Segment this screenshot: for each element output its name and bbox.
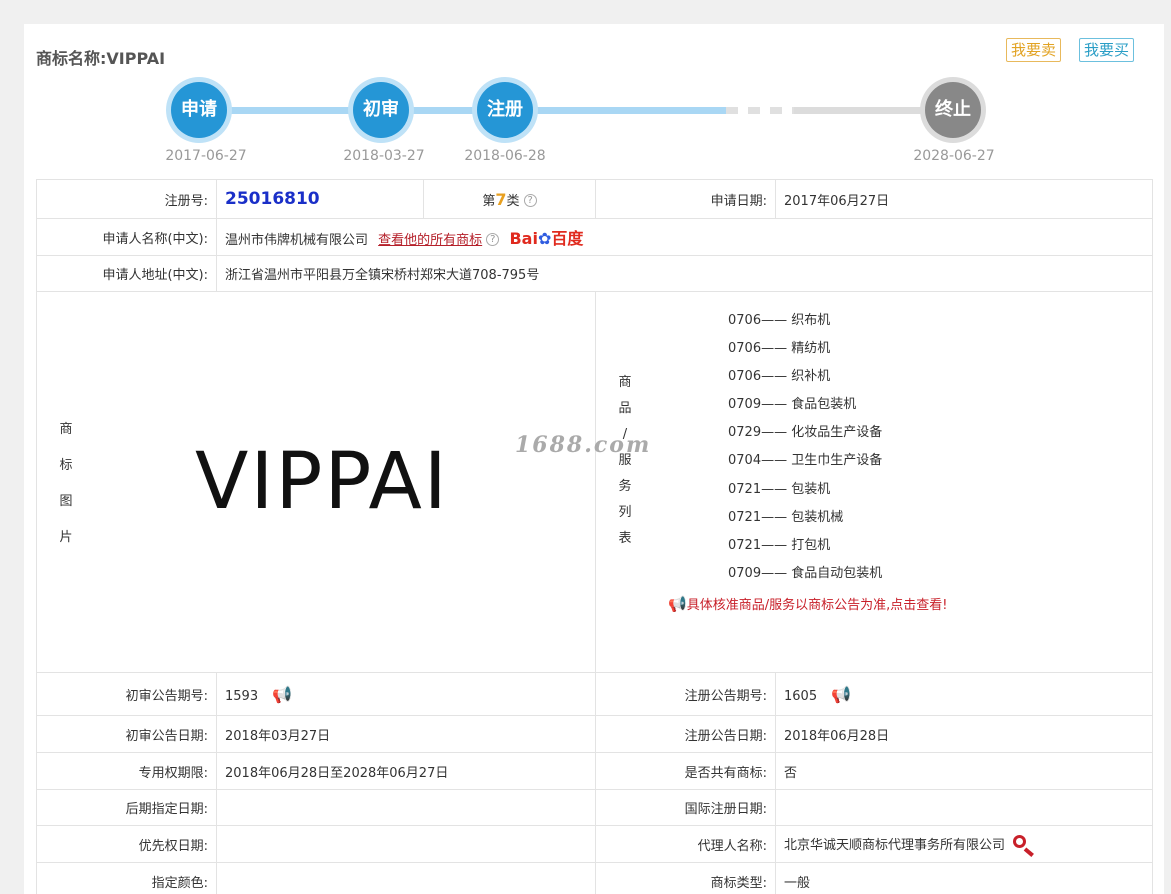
goods-item: 0709—— 食品自动包装机 [728,565,883,581]
buy-button[interactable]: 我要买 [1079,38,1135,62]
table-row: 初审公告期号: 1593 📢 注册公告期号: 1605 📢 [36,672,1153,716]
prelim-date-label: 初审公告日期: [36,715,217,753]
timeline-track-gap [726,107,794,114]
goods-section-label: 商 品 / 服 务 列 表 [618,375,632,546]
goods-item: 0709—— 食品包装机 [728,397,857,413]
later-date-value [216,789,596,826]
goods-list: 0706—— 织布机 0706—— 精纺机 0706—— 织补机 0709—— … [728,307,882,588]
exclusive-label: 专用权期限: [36,752,217,790]
applicant-value: 温州市伟牌机械有限公司 [225,233,369,248]
goods-item: 0706—— 织布机 [728,313,831,328]
search-icon[interactable] [1013,834,1035,857]
goods-item: 0721—— 包装机 [728,481,831,497]
timeline-track-active [200,107,726,114]
megaphone-icon: 📢 [668,595,687,613]
goods-notice-link[interactable]: 📢具体核准商品/服务以商标公告为准,点击查看! [668,594,947,613]
timeline-step-register: 注册 [472,77,538,143]
timeline-date-register: 2018-06-28 [464,148,546,164]
color-value [216,862,596,894]
table-row: 指定颜色: 商标类型: 一般 [36,862,1153,894]
address-label: 申请人地址(中文): [36,255,217,292]
goods-item: 0706—— 织补机 [728,369,831,385]
trademark-panel: 商标名称:VIPPAI 我要卖 我要买 申请 初审 注册 终止 2017-06-… [24,24,1164,894]
timeline-step-apply: 申请 [166,77,232,143]
trademark-info-table: 注册号: 25016810 第7类 ? 申请日期: 2017年06月27日 申请… [36,179,1153,894]
shared-label: 是否共有商标: [595,752,776,790]
reg-pub-no-value: 1605 [784,688,818,704]
trademark-name: VIPPAI [106,49,166,68]
timeline-step-terminate: 终止 [920,77,986,143]
priority-date-value [216,825,596,863]
reg-pub-date-label: 注册公告日期: [595,715,776,753]
goods-item: 0721—— 包装机械 [728,509,844,525]
prelim-no-value: 1593 [225,688,259,704]
table-row: 初审公告日期: 2018年03月27日 注册公告日期: 2018年06月28日 [36,715,1153,753]
watermark: 1688.com [515,432,652,458]
address-value: 浙江省温州市平阳县万全镇宋桥村郑宋大道708-795号 [216,255,1153,292]
help-icon[interactable]: ? [523,193,537,207]
goods-item: 0729—— 化妆品生产设备 [728,425,883,441]
color-label: 指定颜色: [36,862,217,894]
goods-item: 0704—— 卫生巾生产设备 [728,453,883,469]
timeline-date-prelim: 2018-03-27 [343,148,425,164]
table-row: 申请人地址(中文): 浙江省温州市平阳县万全镇宋桥村郑宋大道708-795号 [36,255,1153,292]
intl-date-value [775,789,1153,826]
timeline-step-prelim: 初审 [348,77,414,143]
megaphone-icon[interactable]: 📢 [272,685,292,704]
table-row: 申请人名称(中文): 温州市伟牌机械有限公司 查看他的所有商标 ? Bai✿百度 [36,218,1153,256]
sell-button[interactable]: 我要卖 [1006,38,1062,62]
view-all-trademarks-link[interactable]: 查看他的所有商标 [378,233,482,248]
image-section-label: 商 标 图 片 [59,422,73,545]
class-label: 第7类 [482,189,520,209]
apply-date-label: 申请日期: [595,179,776,219]
prelim-date-value: 2018年03月27日 [216,715,596,753]
later-date-label: 后期指定日期: [36,789,217,826]
goods-item: 0706—— 精纺机 [728,341,831,357]
timeline-date-apply: 2017-06-27 [165,148,247,164]
table-row: 优先权日期: 代理人名称: 北京华诚天顺商标代理事务所有限公司 [36,825,1153,863]
reg-pub-no-label: 注册公告期号: [595,672,776,716]
baidu-search-icon[interactable]: Bai✿百度 [509,229,583,248]
reg-no-value: 25016810 [225,189,320,209]
type-value: 一般 [775,862,1153,894]
reg-pub-date-value: 2018年06月28日 [775,715,1153,753]
agent-value: 北京华诚天顺商标代理事务所有限公司 [784,837,1006,853]
reg-no-label: 注册号: [36,179,217,219]
intl-date-label: 国际注册日期: [595,789,776,826]
help-icon[interactable]: ? [486,233,500,246]
trademark-image: VIPPAI [195,437,449,527]
prelim-no-label: 初审公告期号: [36,672,217,716]
table-row: 专用权期限: 2018年06月28日至2028年06月27日 是否共有商标: 否 [36,752,1153,790]
exclusive-value: 2018年06月28日至2028年06月27日 [216,752,596,790]
agent-label: 代理人名称: [595,825,776,863]
shared-value: 否 [775,752,1153,790]
priority-date-label: 优先权日期: [36,825,217,863]
apply-date-value: 2017年06月27日 [775,179,1153,219]
page-title: 商标名称:VIPPAI [36,49,166,68]
table-row: 商 标 图 片 VIPPAI 商 品 / 服 务 列 表 0706—— 织布机 … [36,291,1153,673]
megaphone-icon[interactable]: 📢 [831,685,851,704]
timeline-date-terminate: 2028-06-27 [913,148,995,164]
goods-item: 0721—— 打包机 [728,537,831,553]
table-row: 后期指定日期: 国际注册日期: [36,789,1153,826]
applicant-label: 申请人名称(中文): [36,218,217,256]
type-label: 商标类型: [595,862,776,894]
table-row: 注册号: 25016810 第7类 ? 申请日期: 2017年06月27日 [36,179,1153,219]
